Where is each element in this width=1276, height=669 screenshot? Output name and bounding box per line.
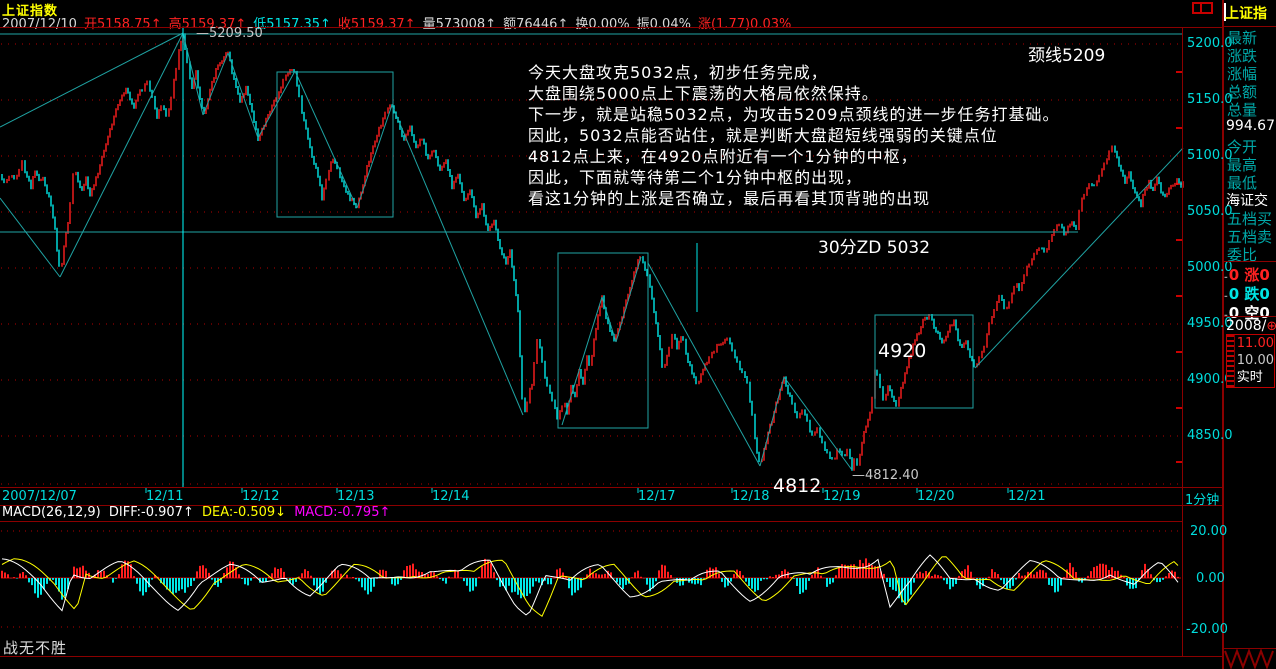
analysis-line: 4812点上来，在4920点附近有一个1分钟的中枢， (528, 146, 1059, 167)
count-row: -0 涨0 (1224, 264, 1270, 285)
period-indicator[interactable]: 1分钟 (1185, 489, 1222, 508)
date-axis-label: 12/11 (146, 489, 183, 504)
sidebar-title: 上证指 (1225, 3, 1267, 23)
thermometer-icon (1227, 335, 1235, 387)
date-axis-label: 12/12 (242, 489, 279, 504)
exchange-label: 海证交 (1226, 190, 1268, 210)
zd-level-label: 30分ZD 5032 (818, 233, 930, 258)
analysis-line: 因此，5032点能否站住，就是判断大盘超短线强弱的关键点位 (528, 125, 1059, 146)
date-axis-label: 12/20 (917, 489, 954, 504)
realtime-toggle[interactable]: 实时 (1237, 369, 1274, 386)
zigzag-logo-icon (1224, 649, 1276, 669)
total-volume-value: 994.67 (1226, 118, 1275, 134)
macd-value: MACD:-0.795↑ (294, 505, 390, 520)
price-axis-label: 4900.0 (1187, 372, 1223, 387)
price-axis-label: 5200.0 (1187, 36, 1223, 51)
date-axis-label: 2007/12/07 (2, 489, 77, 504)
date-axis-label: 12/14 (432, 489, 469, 504)
analysis-line: 看这1分钟的上涨是否确立，最后再看其顶背驰的出现 (528, 188, 1059, 209)
quote-sidebar: 上证指 最新涨跌涨幅总额总量 994.67 今开最高最低 海证交 五档买五档卖委… (1224, 0, 1276, 669)
chart-top-border (0, 27, 1223, 28)
date-axis-label: 12/17 (638, 489, 675, 504)
macd-name: MACD(26,12,9) (2, 505, 101, 520)
stock-trading-app: 上证指数 2007/12/10开5158.75↑高5159.37↑低5157.3… (0, 0, 1276, 669)
date-axis-label: 12/18 (732, 489, 769, 504)
sidebar-divider (1224, 261, 1276, 262)
date-axis-label: 12/19 (823, 489, 860, 504)
next-date-row: 2008/⊕ (1226, 318, 1276, 334)
price-axis-label: 5050.0 (1187, 204, 1223, 219)
price-axis-label: 5000.0 (1187, 260, 1223, 275)
gauge-low-value: 10.00 (1237, 352, 1274, 369)
macd-scale-minus20: -20.00 (1186, 622, 1222, 637)
analysis-line: 因此，下面就等待第二个1分钟中枢的出现， (528, 167, 1059, 188)
date-axis-label: 12/21 (1008, 489, 1045, 504)
count-row: -0 跌0 (1224, 283, 1270, 304)
gauge-high-value: 11.00 (1237, 335, 1274, 352)
chart-bottom-border (0, 487, 1223, 488)
price-axis-label: 5150.0 (1187, 92, 1223, 107)
analysis-text-block: 今天大盘攻克5032点，初步任务完成， 大盘围绕5000点上下震荡的大格局依然保… (528, 62, 1059, 209)
peak-price-label: —5209.50 (196, 26, 263, 41)
analysis-line: 大盘围绕5000点上下震荡的大格局依然保持。 (528, 83, 1059, 104)
macd-top-border (0, 521, 1183, 522)
macd-diff-value: DIFF:-0.907↑ (109, 505, 194, 520)
price-axis-label: 4950.0 (1187, 316, 1223, 331)
pivot-center-label: 4920 (878, 340, 926, 362)
macd-scale-plus20: 20.00 (1190, 524, 1226, 539)
clock-icon: ⊕ (1266, 319, 1276, 334)
swing-low-label: 4812 (773, 475, 821, 497)
next-date: 2008/ (1226, 318, 1266, 334)
macd-bottom-border (0, 656, 1223, 657)
macd-dea-value: DEA:-0.509↓ (202, 505, 286, 520)
sidebar-divider (1224, 316, 1276, 317)
price-axis-label: 4850.0 (1187, 428, 1223, 443)
analysis-line: 今天大盘攻克5032点，初步任务完成， (528, 62, 1059, 83)
analysis-line: 下一步，就是站稳5032点，为攻击5209点颈线的进一步任务打基础。 (528, 104, 1059, 125)
price-axis-label: 5100.0 (1187, 148, 1223, 163)
axis-left-border (1182, 28, 1183, 657)
restore-window-icon[interactable] (1192, 2, 1213, 14)
sidebar-field: 总量 (1227, 99, 1257, 120)
date-axis-label: 12/13 (337, 489, 374, 504)
volume-ratio-gauge: 11.00 10.00 实时 (1226, 334, 1275, 388)
macd-header: MACD(26,12,9) DIFF:-0.907↑ DEA:-0.509↓ M… (2, 505, 394, 520)
watermark-text: 战无不胜 (3, 637, 67, 658)
swing-low-price-label: —4812.40 (852, 468, 919, 483)
